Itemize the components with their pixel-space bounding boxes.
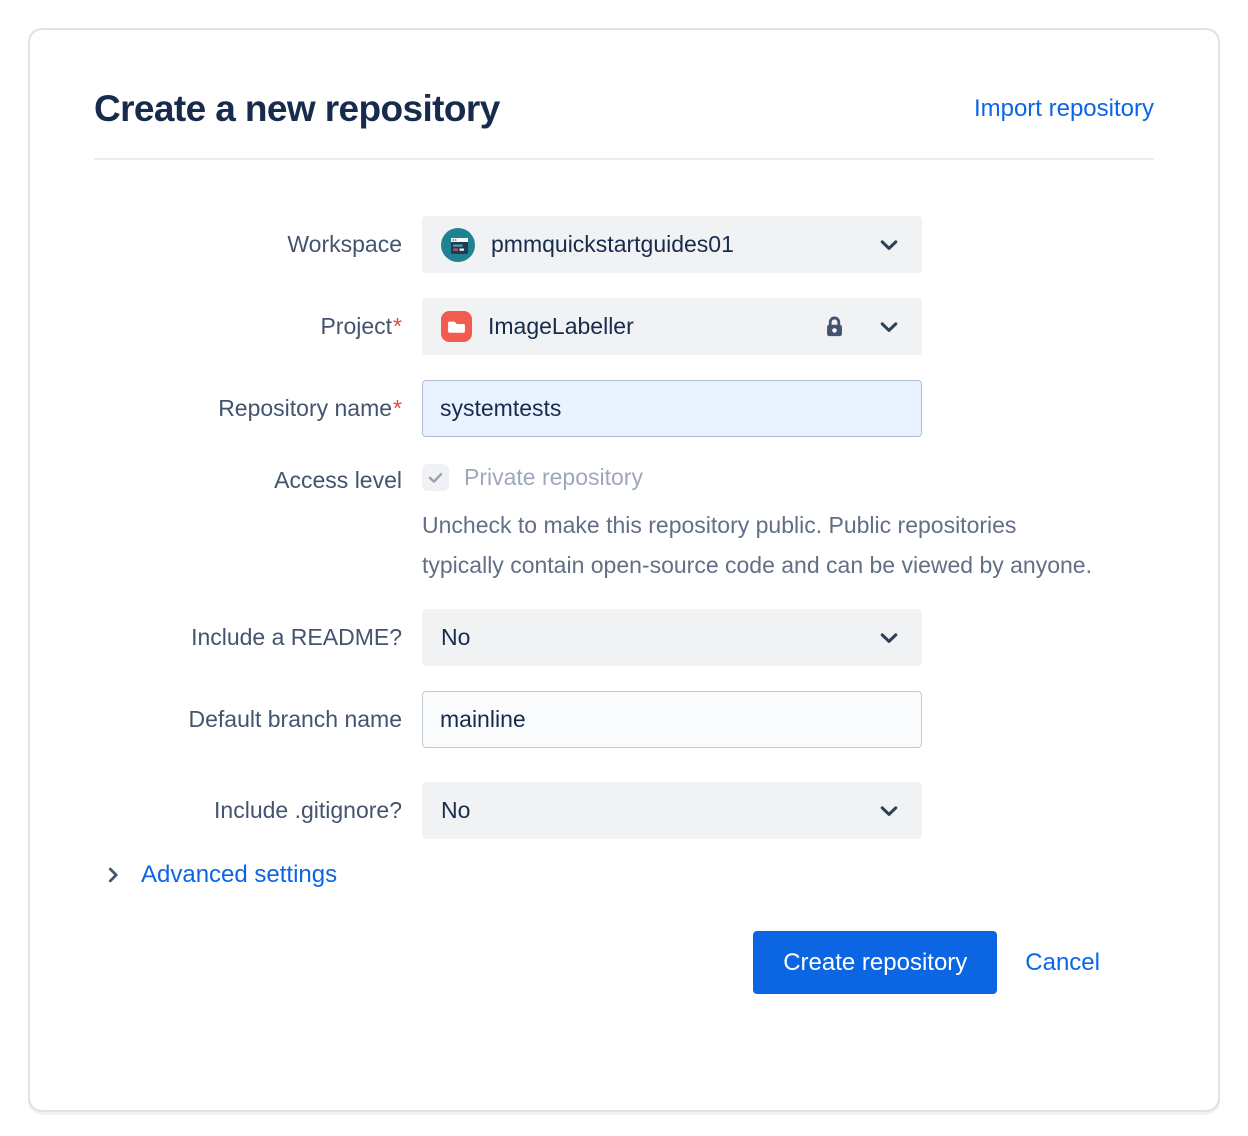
advanced-settings-label: Advanced settings [141, 861, 338, 888]
project-value: ImageLabeller [488, 313, 634, 339]
chevron-down-icon [875, 313, 903, 341]
readme-select[interactable]: No [422, 609, 922, 666]
create-repository-button[interactable]: Create repository [753, 931, 998, 994]
field-row-default-branch: Default branch name [94, 691, 1154, 748]
access-level-label: Access level [274, 467, 402, 493]
gitignore-select[interactable]: No [422, 782, 922, 839]
workspace-avatar-icon [441, 227, 475, 262]
readme-label: Include a README? [191, 623, 402, 650]
private-repository-checkbox[interactable] [422, 464, 449, 491]
default-branch-label: Default branch name [188, 705, 402, 732]
folder-icon [441, 311, 472, 342]
field-row-readme: Include a README? No [94, 609, 1154, 666]
workspace-select[interactable]: pmmquickstartguides01 [422, 216, 922, 273]
readme-value: No [441, 624, 471, 650]
repository-name-label: Repository name* [218, 394, 402, 421]
create-repository-dialog: Create a new repository Import repositor… [28, 28, 1220, 1112]
cancel-button[interactable]: Cancel [1013, 949, 1112, 977]
dialog-header: Create a new repository Import repositor… [94, 88, 1154, 130]
workspace-label: Workspace [287, 230, 402, 257]
required-asterisk: * [393, 312, 402, 339]
field-row-access-level: Access level Private repository Uncheck … [94, 462, 1154, 585]
chevron-right-icon [108, 867, 118, 883]
access-level-control: Private repository Uncheck to make this … [422, 462, 1092, 585]
access-level-help-text: Uncheck to make this repository public. … [422, 512, 1092, 578]
gitignore-value: No [441, 797, 471, 823]
field-row-workspace: Workspace pmmquickstartguides01 [94, 216, 1154, 273]
project-select[interactable]: ImageLabeller [422, 298, 922, 355]
field-row-gitignore: Include .gitignore? No [94, 782, 1154, 839]
lock-icon [821, 313, 848, 340]
project-label: Project* [320, 312, 402, 339]
repository-name-input[interactable] [422, 380, 922, 437]
page-title: Create a new repository [94, 88, 500, 129]
field-row-project: Project* ImageLabeller [94, 298, 1154, 355]
header-divider [94, 158, 1154, 160]
workspace-value: pmmquickstartguides01 [491, 231, 734, 257]
default-branch-input[interactable] [422, 691, 922, 748]
required-asterisk: * [393, 394, 402, 421]
private-repository-label: Private repository [464, 464, 643, 490]
chevron-down-icon [875, 624, 903, 652]
chevron-down-icon [875, 231, 903, 259]
chevron-down-icon [875, 797, 903, 825]
field-row-repository-name: Repository name* [94, 380, 1154, 437]
import-repository-link[interactable]: Import repository [974, 95, 1154, 123]
advanced-settings-toggle[interactable]: Advanced settings [102, 861, 337, 889]
create-repository-form: Workspace pmmquickstartguides01 Project*… [94, 216, 1154, 889]
private-repository-option: Private repository [422, 462, 922, 491]
gitignore-label: Include .gitignore? [214, 796, 402, 823]
dialog-footer: Create repository Cancel [94, 931, 1154, 994]
checkmark-icon [428, 472, 443, 483]
